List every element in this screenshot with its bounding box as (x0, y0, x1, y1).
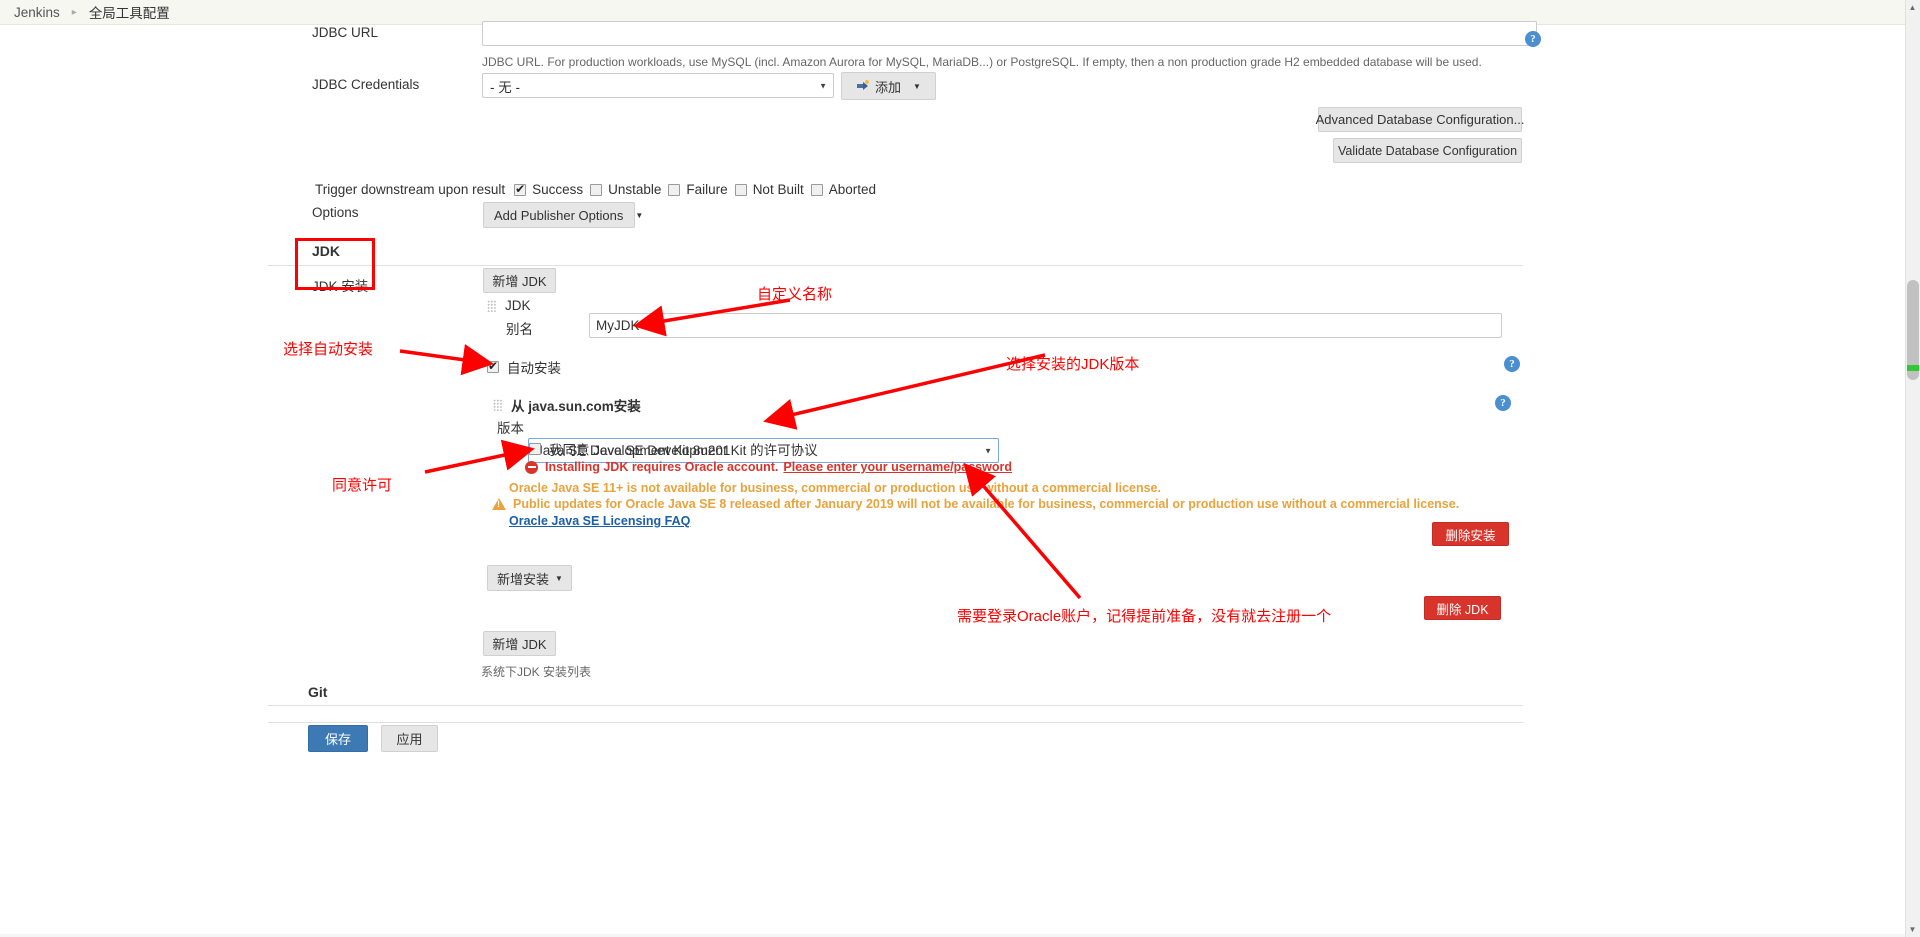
enter-credentials-link[interactable]: Please enter your username/password (783, 460, 1012, 474)
oracle-java11-warning-text: Oracle Java SE 11+ is not available for … (509, 481, 1161, 495)
scroll-up-arrow-icon[interactable]: ▲ (1907, 3, 1918, 12)
trigger-label-not-built: Not Built (752, 182, 804, 197)
jdk-installer-header: 从 java.sun.com安装 (493, 395, 641, 415)
oracle-account-error-text: Installing JDK requires Oracle account. (545, 460, 779, 474)
trigger-label-aborted: Aborted (828, 182, 877, 197)
footer-divider (268, 722, 1523, 723)
jdk-installer-title: 从 java.sun.com安装 (511, 399, 641, 414)
add-publisher-options-caret-icon: ▼ (635, 210, 644, 220)
jdbc-url-description: JDBC URL. For production workloads, use … (482, 55, 1482, 69)
options-label: Options (312, 205, 359, 220)
trigger-checkbox-failure[interactable] (668, 183, 681, 196)
jdk-version-label: 版本 (497, 421, 524, 436)
trigger-checkbox-aborted[interactable] (810, 183, 823, 196)
annotation-choose-jdk-version: 选择安装的JDK版本 (1006, 356, 1140, 373)
jdk-item-title: JDK (505, 298, 531, 313)
advanced-database-configuration-button[interactable]: Advanced Database Configuration... (1316, 107, 1524, 132)
jdk-auto-install-row: 自动安装 (487, 357, 561, 377)
breadcrumb-separator-icon: ▸ (71, 6, 77, 18)
drag-handle-icon[interactable] (487, 299, 497, 312)
apply-button[interactable]: 应用 (381, 725, 438, 752)
git-section-title: Git (308, 684, 328, 700)
trigger-checkbox-success[interactable] (514, 182, 527, 196)
add-credentials-caret-icon: ▼ (913, 81, 921, 91)
breadcrumb-item-jenkins[interactable]: Jenkins (14, 5, 60, 20)
oracle-account-error: Installing JDK requires Oracle account. … (525, 460, 1012, 474)
add-credentials-icon (856, 80, 870, 92)
auto-install-label: 自动安装 (507, 361, 561, 376)
trigger-label-unstable: Unstable (608, 182, 662, 197)
oracle-java11-warning: Oracle Java SE 11+ is not available for … (509, 481, 1161, 495)
git-section-divider (268, 705, 1523, 706)
jdbc-credentials-select[interactable]: - 无 - (482, 73, 834, 98)
trigger-label-success: Success (532, 182, 584, 197)
jdbc-credentials-label: JDBC Credentials (312, 77, 420, 92)
jdk-section-divider (268, 265, 1523, 266)
add-jdk-button-top[interactable]: 新增 JDK (483, 268, 556, 293)
jdk-install-label: JDK 安装 (312, 279, 369, 294)
trigger-checkbox-not-built[interactable] (734, 183, 747, 196)
jdk-item-header: JDK (487, 298, 531, 313)
add-credentials-button[interactable]: 添加 ▼ (841, 72, 936, 100)
license-agreement-checkbox[interactable] (529, 443, 541, 455)
trigger-checkbox-unstable[interactable] (590, 183, 603, 196)
warning-icon (492, 498, 506, 510)
installer-drag-handle-icon[interactable] (493, 399, 503, 411)
oracle-licensing-faq-link[interactable]: Oracle Java SE Licensing FAQ (509, 514, 690, 528)
oracle-java8-warning: Public updates for Oracle Java SE 8 rele… (492, 497, 1459, 511)
scroll-marker (1907, 365, 1919, 371)
trigger-downstream-label: Trigger downstream upon result (315, 182, 506, 197)
breadcrumb-item-global-tool-config[interactable]: 全局工具配置 (89, 2, 170, 22)
trigger-label-failure: Failure (686, 182, 728, 197)
scrollbar[interactable]: ▲ ▼ (1905, 0, 1920, 937)
annotation-oracle-account: 需要登录Oracle账户，记得提前准备，没有就去注册一个 (957, 608, 1332, 625)
scroll-down-arrow-icon[interactable]: ▼ (1907, 925, 1918, 934)
annotation-agree-license: 同意许可 (332, 477, 393, 494)
delete-install-button[interactable]: 删除安装 (1432, 522, 1509, 546)
license-agreement-label: 我同意 Java SE Development Kit 的许可协议 (549, 443, 818, 458)
save-button[interactable]: 保存 (308, 725, 368, 752)
auto-install-help-icon[interactable]: ? (1504, 356, 1520, 372)
jdbc-url-help-icon[interactable]: ? (1525, 31, 1541, 47)
add-install-caret-icon: ▼ (555, 573, 563, 583)
license-agreement-row: 我同意 Java SE Development Kit 的许可协议 (529, 439, 818, 459)
jdk-list-hint: 系统下JDK 安装列表 (481, 665, 592, 679)
jdbc-url-input[interactable] (482, 21, 1537, 46)
installer-help-icon[interactable]: ? (1495, 395, 1511, 411)
trigger-downstream-row: Trigger downstream upon result Success U… (315, 182, 877, 198)
add-jdk-button-bottom[interactable]: 新增 JDK (483, 631, 556, 656)
annotation-custom-name: 自定义名称 (757, 286, 833, 303)
jdk-alias-input[interactable] (589, 313, 1502, 338)
validate-database-configuration-button[interactable]: Validate Database Configuration (1333, 138, 1522, 163)
jdk-section-title: JDK (312, 243, 341, 259)
jdbc-url-label: JDBC URL (312, 25, 379, 40)
oracle-java8-warning-text: Public updates for Oracle Java SE 8 rele… (513, 497, 1460, 511)
annotation-choose-auto-install: 选择自动安装 (283, 341, 374, 358)
delete-jdk-button[interactable]: 删除 JDK (1424, 596, 1501, 620)
auto-install-checkbox[interactable] (487, 359, 499, 373)
error-icon (525, 460, 538, 474)
add-publisher-options-button[interactable]: Add Publisher Options ▼ (483, 202, 643, 228)
jdk-alias-label: 别名 (506, 322, 533, 337)
add-install-button[interactable]: 新增安装 ▼ (487, 565, 572, 591)
